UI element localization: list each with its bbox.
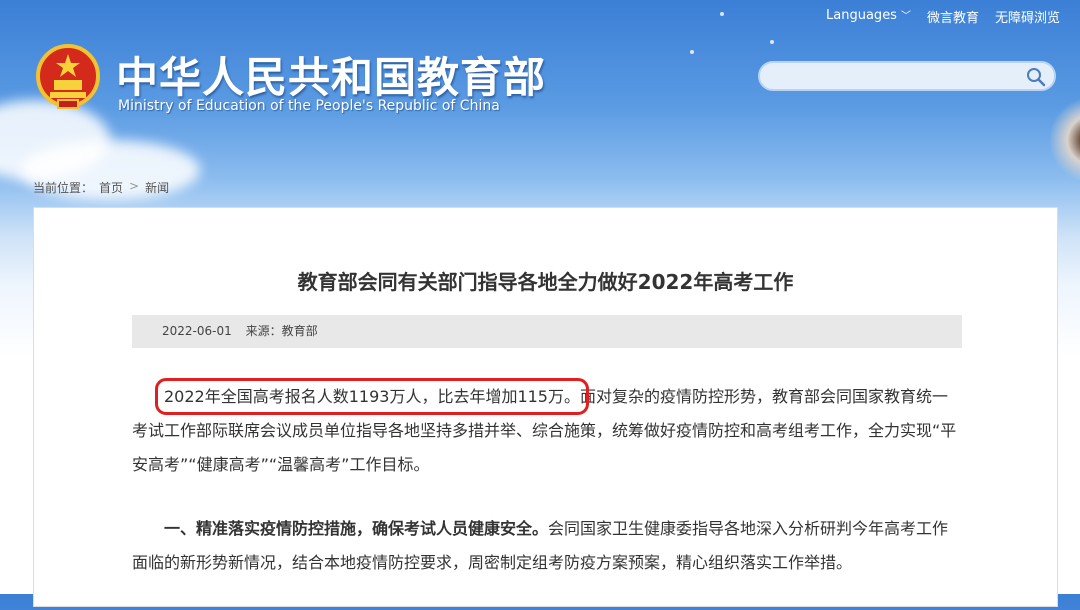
sparkle-decoration [770,40,774,44]
breadcrumb-current[interactable]: 新闻 [145,179,169,196]
accessibility-link[interactable]: 无障碍浏览 [995,7,1060,26]
paragraph: 2022年全国高考报名人数1193万人，比去年增加115万。面对复杂的疫情防控形… [132,378,962,482]
languages-menu[interactable]: Languages ﹀ [826,7,911,26]
article-body: 2022年全国高考报名人数1193万人，比去年增加115万。面对复杂的疫情防控形… [132,378,962,610]
article-panel: 教育部会同有关部门指导各地全力做好2022年高考工作 2022-06-01 来源… [33,207,1058,607]
weiyan-link[interactable]: 微言教育 [927,7,979,26]
article-source: 来源：教育部 [245,324,318,338]
top-utility-links: Languages ﹀ 微言教育 无障碍浏览 [826,7,1060,26]
search-box [758,61,1056,91]
breadcrumb-home[interactable]: 首页 [99,179,123,196]
section-heading: 一、精准落实疫情防控措施，确保考试人员健康安全。 [164,519,549,538]
breadcrumb-label: 当前位置： [33,181,94,195]
breadcrumb-separator: > [129,179,140,193]
search-icon[interactable] [1026,67,1046,87]
search-input[interactable] [772,63,1026,91]
article-title: 教育部会同有关部门指导各地全力做好2022年高考工作 [297,270,794,294]
sparkle-decoration [690,50,694,54]
sparkle-decoration [720,12,724,16]
article-meta: 2022-06-01 来源：教育部 [132,315,962,348]
site-title[interactable]: 中华人民共和国教育部 [116,44,546,105]
paragraph: 一、精准落实疫情防控措施，确保考试人员健康安全。会同国家卫生健康委指导各地深入分… [132,512,962,580]
site-subtitle: Ministry of Education of the People's Re… [118,98,500,114]
dandelion-decoration [1050,95,1080,185]
breadcrumb: 当前位置： 首页 > 新闻 [33,179,169,196]
highlighted-text: 2022年全国高考报名人数1193万人，比去年增加115万。 [155,378,589,415]
article-date: 2022-06-01 [162,324,232,338]
national-emblem-icon [36,44,100,109]
chevron-down-icon: ﹀ [900,11,911,22]
